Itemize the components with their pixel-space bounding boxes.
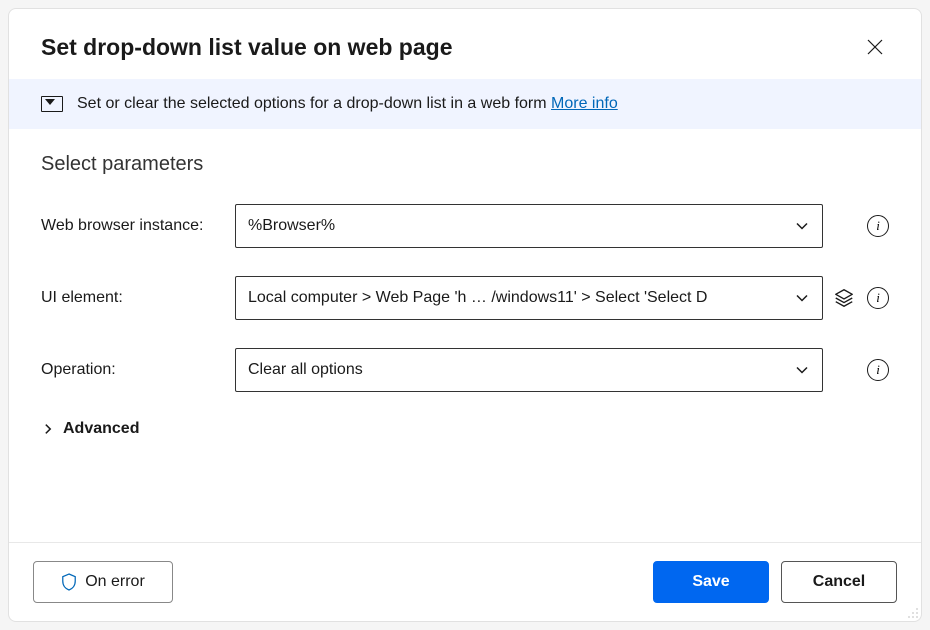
operation-select[interactable]: Clear all options (235, 348, 823, 392)
info-button-browser[interactable]: i (867, 215, 889, 237)
on-error-label: On error (85, 573, 145, 591)
section-title: Select parameters (41, 153, 889, 176)
close-icon (867, 39, 883, 55)
ui-element-select[interactable]: Local computer > Web Page 'h … /windows1… (235, 276, 823, 320)
chevron-down-icon (794, 218, 810, 234)
dropdown-icon (41, 96, 63, 112)
field-web-browser-instance: Web browser instance: %Browser% i (41, 204, 889, 248)
dialog-content: Select parameters Web browser instance: … (9, 129, 921, 542)
save-label: Save (692, 573, 729, 591)
layers-icon[interactable] (833, 287, 855, 309)
info-button-ui-element[interactable]: i (867, 287, 889, 309)
field-operation: Operation: Clear all options i (41, 348, 889, 392)
dialog: Set drop-down list value on web page Set… (8, 8, 922, 622)
shield-icon (61, 573, 77, 591)
select-value: Clear all options (248, 361, 786, 379)
dialog-title: Set drop-down list value on web page (41, 34, 452, 61)
more-info-link[interactable]: More info (551, 95, 618, 112)
info-banner: Set or clear the selected options for a … (9, 79, 921, 129)
resize-grip-icon[interactable] (905, 605, 919, 619)
chevron-down-icon (794, 290, 810, 306)
cancel-button[interactable]: Cancel (781, 561, 897, 603)
close-button[interactable] (861, 33, 889, 61)
browser-instance-select[interactable]: %Browser% (235, 204, 823, 248)
field-label: Operation: (41, 361, 231, 379)
on-error-button[interactable]: On error (33, 561, 173, 603)
dialog-footer: On error Save Cancel (9, 542, 921, 621)
info-button-operation[interactable]: i (867, 359, 889, 381)
select-value: Local computer > Web Page 'h … /windows1… (248, 289, 786, 307)
advanced-toggle[interactable]: Advanced (41, 420, 889, 438)
save-button[interactable]: Save (653, 561, 769, 603)
banner-text: Set or clear the selected options for a … (77, 95, 618, 113)
chevron-down-icon (794, 362, 810, 378)
field-ui-element: UI element: Local computer > Web Page 'h… (41, 276, 889, 320)
select-value: %Browser% (248, 217, 786, 235)
banner-description: Set or clear the selected options for a … (77, 95, 547, 112)
field-label: Web browser instance: (41, 217, 231, 235)
field-label: UI element: (41, 289, 231, 307)
cancel-label: Cancel (813, 573, 865, 591)
chevron-right-icon (41, 422, 55, 436)
dialog-header: Set drop-down list value on web page (9, 9, 921, 79)
advanced-label: Advanced (63, 420, 139, 438)
